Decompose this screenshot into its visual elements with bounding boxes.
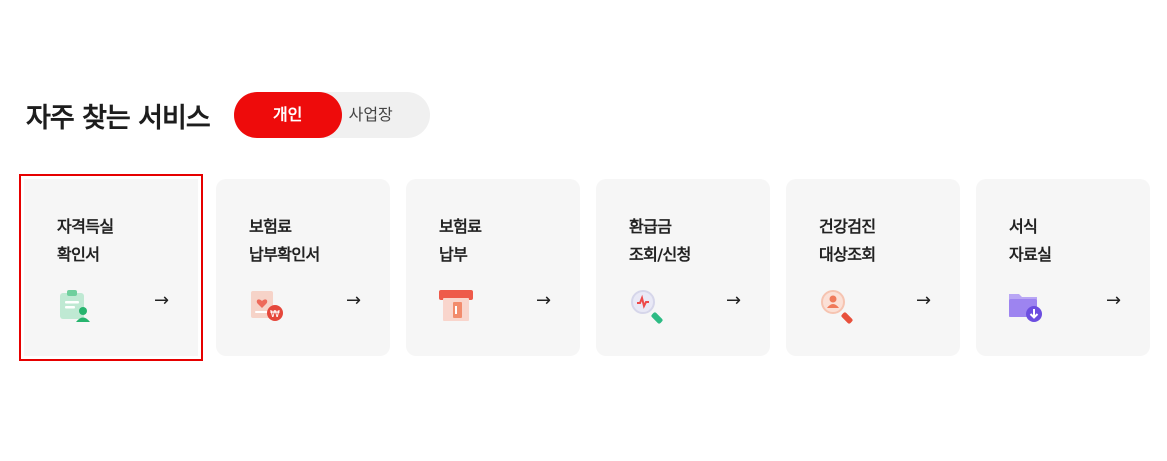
svg-text:₩: ₩ — [270, 309, 280, 320]
user-type-toggle[interactable]: 사업장 개인 — [233, 92, 430, 138]
card-label-line1: 환급금 — [629, 217, 672, 236]
section-title: 자주 찾는 서비스 — [26, 102, 211, 134]
arrow-right-icon: → — [346, 290, 362, 311]
card-label-line1: 자격득실 — [57, 217, 114, 236]
section-header: 자주 찾는 서비스 사업장 개인 — [26, 92, 430, 138]
toggle-business[interactable]: 사업장 — [338, 92, 404, 138]
arrow-right-icon: → — [154, 290, 170, 311]
service-card-premium-payment[interactable]: 보험료 납부 → — [406, 179, 580, 356]
arrow-right-icon: → — [536, 290, 552, 311]
card-label-line2: 자료실 — [1009, 245, 1052, 264]
service-card-eligibility[interactable]: 자격득실 확인서 → — [19, 174, 203, 361]
checkup-search-icon — [821, 290, 853, 324]
card-label-line2: 확인서 — [57, 245, 100, 264]
service-card-refund[interactable]: 환급금 조회/신청 → — [596, 179, 770, 356]
toggle-personal[interactable]: 개인 — [233, 92, 342, 138]
card-label-line1: 서식 — [1009, 217, 1038, 236]
card-label-line2: 납부 — [439, 245, 468, 264]
arrow-right-icon: → — [1106, 290, 1122, 311]
card-label-line2: 대상조회 — [819, 245, 876, 264]
refund-search-icon — [631, 290, 663, 324]
arrow-right-icon: → — [726, 290, 742, 311]
service-card-payment-certificate[interactable]: 보험료 납부확인서 ₩ → — [216, 179, 390, 356]
card-label-line1: 보험료 — [439, 217, 482, 236]
certificate-person-icon — [60, 290, 90, 322]
card-label-line1: 건강검진 — [819, 217, 876, 236]
arrow-right-icon: → — [916, 290, 932, 311]
card-label-line2: 조회/신청 — [629, 245, 691, 264]
card-label-line2: 납부확인서 — [249, 245, 320, 264]
folder-download-icon — [1009, 294, 1042, 322]
payment-receipt-icon: ₩ — [251, 291, 283, 321]
card-label-line1: 보험료 — [249, 217, 292, 236]
service-card-health-checkup[interactable]: 건강검진 대상조회 → — [786, 179, 960, 356]
card-payment-icon — [439, 290, 473, 321]
service-card-forms-library[interactable]: 서식 자료실 → — [976, 179, 1150, 356]
